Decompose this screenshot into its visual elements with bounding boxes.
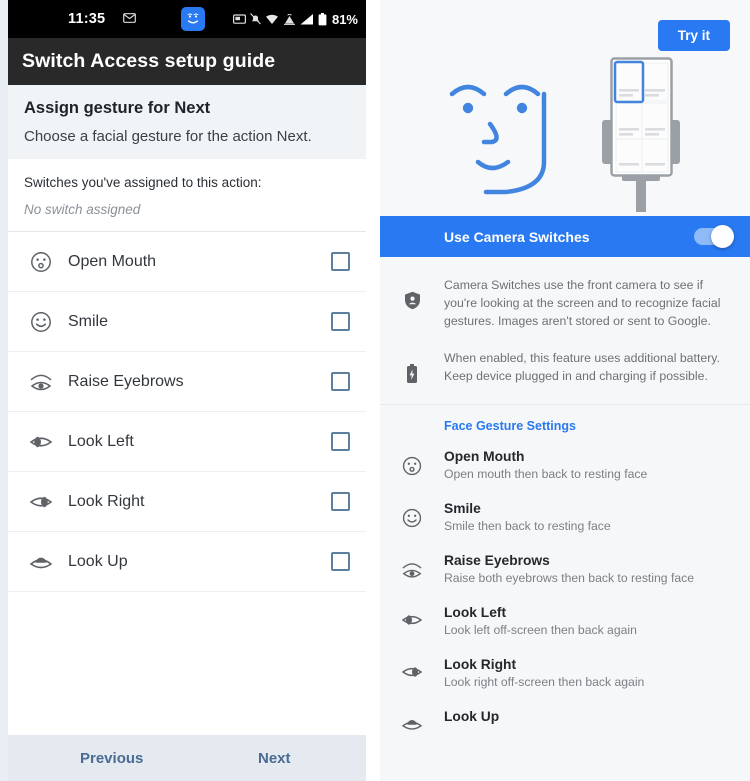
raise-eyebrows-icon [20, 370, 62, 394]
battery-charging-icon [380, 350, 444, 386]
open-mouth-icon [380, 449, 444, 477]
use-camera-switches-toggle[interactable] [694, 225, 734, 248]
face-gesture-settings-title: Face Gesture Settings [444, 419, 576, 434]
mobile-data-icon [283, 13, 296, 25]
setting-title: Look Up [444, 709, 500, 725]
setting-text: Look Right Look right off-screen then ba… [444, 657, 644, 689]
battery-percent: 81% [331, 11, 358, 27]
info-row-privacy: Camera Switches use the front camera to … [380, 267, 750, 340]
gesture-row-look-left[interactable]: Look Left [8, 412, 366, 472]
setting-title: Smile [444, 501, 481, 517]
toggle-knob [711, 225, 734, 248]
look-up-icon [380, 709, 444, 733]
gesture-row-look-right[interactable]: Look Right [8, 472, 366, 532]
gesture-label: Look Right [68, 492, 145, 510]
gesture-checkbox[interactable] [331, 492, 350, 511]
smile-icon [20, 310, 62, 334]
assigned-switches-label: Switches you've assigned to this action: [24, 175, 262, 190]
gesture-label: Smile [68, 312, 109, 330]
wifi-icon [265, 14, 279, 25]
mail-icon [123, 12, 136, 26]
look-up-icon [20, 552, 62, 572]
app-bar: Switch Access setup guide [8, 38, 366, 85]
info-text: When enabled, this feature uses addition… [444, 351, 720, 384]
assigned-switches-value: No switch assigned [24, 202, 141, 217]
gesture-row-look-up[interactable]: Look Up [8, 532, 366, 592]
face-gesture-settings-list: Open Mouth Open mouth then back to resti… [380, 441, 750, 745]
setting-row-raise-eyebrows[interactable]: Raise Eyebrows Raise both eyebrows then … [380, 545, 750, 597]
setting-title: Look Left [444, 605, 507, 621]
setting-text: Open Mouth Open mouth then back to resti… [444, 449, 647, 481]
setting-row-smile[interactable]: Smile Smile then back to resting face [380, 493, 750, 545]
gesture-checkbox[interactable] [331, 552, 350, 571]
gesture-row-smile[interactable]: Smile [8, 292, 366, 352]
setting-desc: Smile then back to resting face [444, 519, 611, 534]
gesture-checkbox[interactable] [331, 432, 350, 451]
setting-title: Raise Eyebrows [444, 553, 550, 569]
gesture-label: Look Left [68, 432, 134, 450]
setting-row-look-up[interactable]: Look Up [380, 701, 750, 745]
screenshot-icon [232, 13, 246, 25]
setting-text: Smile Smile then back to resting face [444, 501, 611, 533]
face-illustration-icon [449, 84, 547, 195]
setting-desc: Open mouth then back to resting face [444, 467, 648, 482]
setting-title: Look Right [444, 657, 517, 673]
open-mouth-icon [20, 250, 62, 274]
status-time: 11:35 [68, 11, 106, 27]
info-block: Camera Switches use the front camera to … [380, 257, 750, 406]
look-left-icon [20, 432, 62, 452]
gesture-row-raise-eyebrows[interactable]: Raise Eyebrows [8, 352, 366, 412]
camera-switches-face-icon [181, 7, 205, 31]
status-bar: 11:35 81% [8, 0, 366, 38]
instruction-body: Choose a facial gesture for the action N… [24, 128, 312, 145]
gesture-checkbox[interactable] [331, 252, 350, 271]
page-title: Switch Access setup guide [22, 50, 276, 72]
use-camera-switches-row[interactable]: Use Camera Switches [380, 216, 750, 257]
look-left-icon [380, 605, 444, 629]
gesture-label: Look Up [68, 552, 128, 570]
gesture-list: Open Mouth Smile Raise Eyebrows Look Lef… [8, 232, 366, 735]
notifications-muted-icon [250, 13, 261, 25]
look-right-icon [20, 492, 62, 512]
screenshot-root: 11:35 81% Switch Access setup guide Assi… [0, 0, 750, 781]
battery-icon [318, 12, 327, 26]
info-text: Camera Switches use the front camera to … [444, 278, 721, 328]
wizard-footer: Previous Next [8, 735, 366, 781]
previous-button[interactable]: Previous [80, 750, 143, 767]
privacy-shield-icon [380, 277, 444, 330]
gesture-checkbox[interactable] [331, 312, 350, 331]
setting-row-open-mouth[interactable]: Open Mouth Open mouth then back to resti… [380, 441, 750, 493]
phone-screen: 11:35 81% Switch Access setup guide Assi… [8, 0, 366, 781]
signal-icon [300, 13, 314, 25]
raise-eyebrows-icon [380, 553, 444, 581]
setting-desc: Look left off-screen then back again [444, 623, 637, 638]
assigned-switches-card: Switches you've assigned to this action:… [8, 159, 366, 232]
next-button[interactable]: Next [258, 750, 291, 767]
status-icons: 81% [232, 11, 358, 27]
instruction-heading: Assign gesture for Next [24, 99, 211, 117]
gesture-checkbox[interactable] [331, 372, 350, 391]
smile-icon [380, 501, 444, 529]
info-row-battery: When enabled, this feature uses addition… [380, 340, 750, 396]
setting-text: Look Left Look left off-screen then back… [444, 605, 637, 637]
setting-desc: Look right off-screen then back again [444, 675, 645, 690]
phone-on-stand-illustration-icon [602, 57, 680, 212]
gesture-row-open-mouth[interactable]: Open Mouth [8, 232, 366, 292]
setting-desc: Raise both eyebrows then back to resting… [444, 571, 694, 586]
setting-row-look-left[interactable]: Look Left Look left off-screen then back… [380, 597, 750, 649]
instruction-block: Assign gesture for Next Choose a facial … [8, 85, 366, 159]
use-camera-switches-label: Use Camera Switches [444, 228, 590, 245]
setting-title: Open Mouth [444, 449, 525, 465]
right-settings-panel: Try it Use Camera Switches Camera Switch… [380, 0, 750, 781]
hero-illustration-area: Try it [380, 0, 750, 216]
left-phone-panel: 11:35 81% Switch Access setup guide Assi… [0, 0, 366, 781]
gesture-label: Open Mouth [68, 252, 157, 270]
setting-row-look-right[interactable]: Look Right Look right off-screen then ba… [380, 649, 750, 701]
look-right-icon [380, 657, 444, 681]
setting-text: Raise Eyebrows Raise both eyebrows then … [444, 553, 694, 585]
setting-text: Look Up [444, 709, 499, 727]
gesture-label: Raise Eyebrows [68, 372, 184, 390]
